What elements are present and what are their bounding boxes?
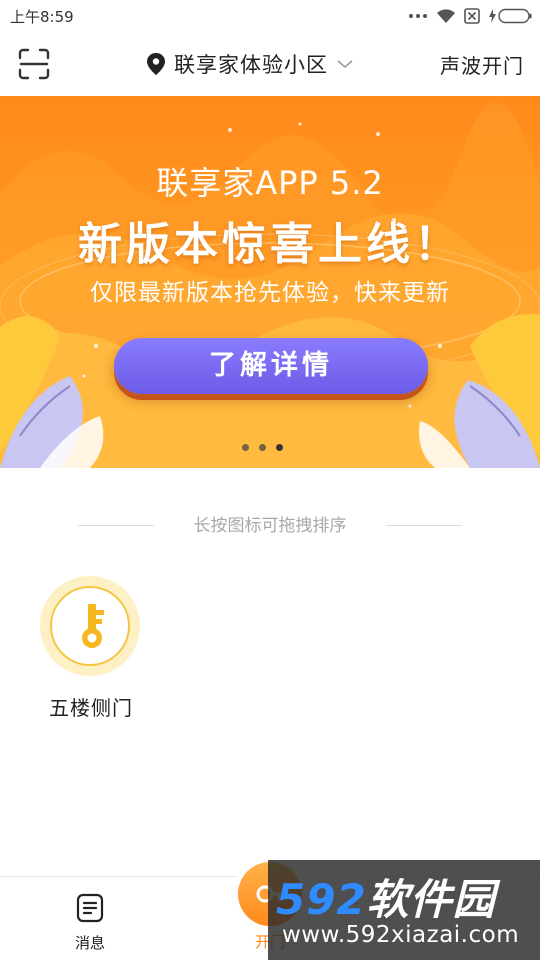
watermark-brand: 592软件园 bbox=[276, 866, 496, 927]
carousel-dot-active[interactable] bbox=[276, 444, 283, 451]
watermark-brand-text: 软件园 bbox=[366, 875, 496, 924]
banner-subtitle: 仅限最新版本抢先体验，快来更新 bbox=[90, 280, 450, 306]
banner-title: 联享家APP 5.2 bbox=[156, 164, 384, 202]
drag-sort-hint-text: 长按图标可拖拽排序 bbox=[193, 516, 347, 536]
drag-sort-hint: 长按图标可拖拽排序 bbox=[0, 512, 540, 540]
sonic-open-button[interactable]: 声波开门 bbox=[440, 46, 524, 82]
scan-button[interactable] bbox=[18, 48, 50, 80]
promo-banner[interactable]: 联享家APP 5.2 新版本惊喜上线！ 仅限最新版本抢先体验，快来更新 了解详情 bbox=[0, 96, 540, 468]
tab-messages[interactable]: 消息 bbox=[40, 877, 140, 960]
learn-more-button[interactable]: 了解详情 bbox=[114, 338, 428, 394]
key-icon bbox=[82, 604, 104, 648]
tab-messages-label: 消息 bbox=[74, 934, 105, 952]
status-time: 上午8:59 bbox=[10, 8, 74, 26]
community-selector[interactable]: 联享家体验小区 bbox=[146, 46, 354, 82]
more-dots-icon bbox=[409, 14, 427, 18]
message-list-icon bbox=[76, 893, 104, 923]
battery-charging-icon bbox=[489, 8, 532, 24]
door-icon-circle bbox=[50, 586, 130, 666]
no-sim-icon bbox=[464, 8, 480, 24]
top-nav: 联享家体验小区 声波开门 bbox=[0, 32, 540, 96]
wifi-icon bbox=[437, 9, 455, 23]
banner-headline: 新版本惊喜上线！ bbox=[78, 219, 462, 270]
carousel-dot[interactable] bbox=[242, 444, 249, 451]
status-bar: 上午8:59 bbox=[0, 0, 540, 32]
carousel-dots bbox=[242, 444, 283, 451]
location-pin-icon bbox=[147, 53, 165, 75]
door-label: 五楼侧门 bbox=[49, 696, 133, 720]
carousel-dot[interactable] bbox=[259, 444, 266, 451]
chevron-down-icon bbox=[337, 60, 353, 69]
status-icons bbox=[408, 6, 532, 26]
site-watermark: 592软件园 www.592xiazai.com bbox=[268, 860, 540, 960]
watermark-brand-number: 592 bbox=[276, 875, 367, 924]
watermark-url: www.592xiazai.com bbox=[282, 922, 520, 948]
community-name: 联享家体验小区 bbox=[174, 53, 328, 77]
scan-icon bbox=[18, 48, 50, 80]
